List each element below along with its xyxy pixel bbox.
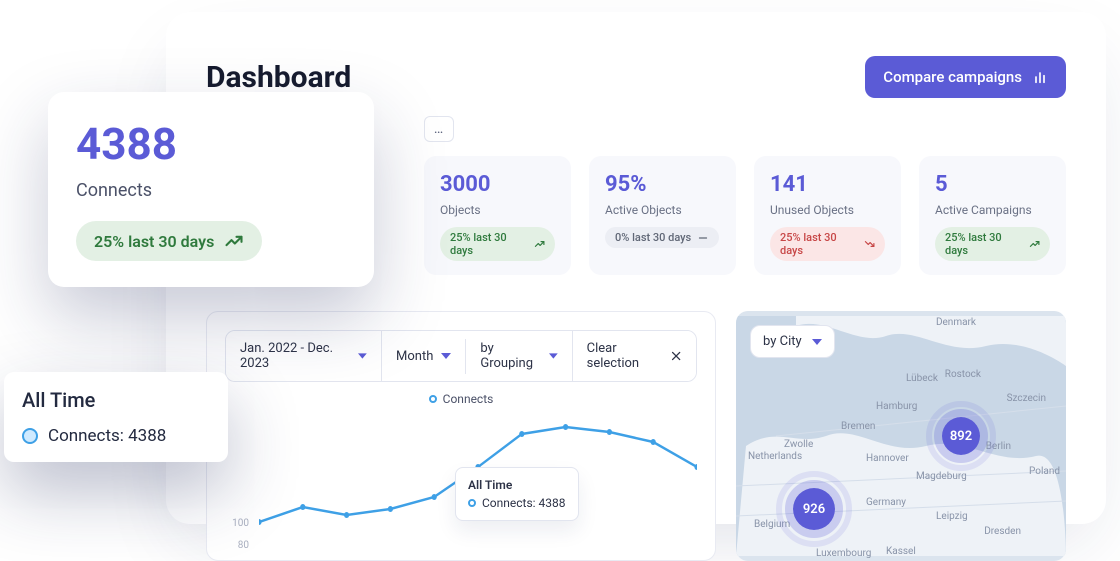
map-label: Poland	[1029, 466, 1060, 477]
trend-flat-icon	[697, 232, 709, 244]
map-label: Lübeck	[906, 373, 938, 384]
stat-label: Active Campaigns	[935, 203, 1050, 217]
map-label: Rostock	[945, 369, 981, 380]
chart-area[interactable]: 100 80 All Time	[225, 412, 697, 561]
map-label: Hannover	[866, 453, 909, 464]
trend-pill: 0% last 30 days	[605, 227, 719, 248]
filter-label: by Grouping	[480, 341, 541, 371]
trend-pill: 25% last 30 days	[440, 227, 555, 261]
y-tick: 100	[225, 518, 255, 540]
map-label: Hamburg	[876, 401, 917, 412]
chevron-down-icon	[441, 351, 451, 361]
more-options-button[interactable]: …	[424, 116, 454, 142]
map-filter-dropdown[interactable]: by City	[750, 325, 835, 358]
map-label: Germany	[866, 497, 906, 508]
tooltip-text: Connects: 4388	[482, 496, 566, 510]
alltime-series-label: Connects: 4388	[48, 426, 166, 446]
map-label: Netherlands	[748, 451, 802, 462]
stat-cards-row: 3000 Objects 25% last 30 days 95% Active…	[424, 156, 1066, 275]
map-label: Bremen	[841, 421, 875, 432]
chart-legend: Connects	[225, 392, 697, 406]
chevron-down-icon	[549, 351, 558, 361]
chart-tooltip: All Time Connects: 4388	[455, 467, 579, 521]
page-title: Dashboard	[206, 60, 351, 95]
compare-campaigns-button[interactable]: Compare campaigns	[865, 56, 1066, 98]
feature-value: 4388	[76, 118, 346, 170]
legend-label: Connects	[443, 392, 494, 406]
feature-label: Connects	[76, 180, 346, 201]
filter-clear-selection[interactable]: Clear selection	[573, 331, 696, 381]
filter-label: Month	[396, 349, 433, 364]
feature-pill-text: 25% last 30 days	[94, 232, 214, 251]
stat-label: Objects	[440, 203, 555, 217]
map-filter-label: by City	[763, 334, 802, 349]
legend-dot-icon	[22, 428, 38, 444]
trend-up-icon	[224, 231, 244, 251]
filter-interval[interactable]: Month	[382, 339, 466, 374]
filter-grouping[interactable]: by Grouping	[466, 331, 572, 381]
map-label: Luxembourg	[816, 548, 871, 559]
trend-up-icon	[534, 238, 545, 250]
legend-dot-icon	[429, 395, 437, 403]
stat-card-active-objects[interactable]: 95% Active Objects 0% last 30 days	[589, 156, 736, 275]
trend-text: 0% last 30 days	[615, 231, 691, 244]
tooltip-title: All Time	[468, 478, 566, 492]
compare-campaigns-label: Compare campaigns	[883, 68, 1022, 86]
stat-value: 141	[770, 172, 885, 197]
chart-y-axis: 100 80	[225, 412, 255, 561]
stat-card-unused-objects[interactable]: 141 Unused Objects 25% last 30 days	[754, 156, 901, 275]
legend-dot-icon	[468, 499, 476, 507]
stat-value: 5	[935, 172, 1050, 197]
stat-label: Unused Objects	[770, 203, 885, 217]
map-label: Kassel	[886, 546, 916, 557]
stat-label: Active Objects	[605, 203, 720, 217]
map-label: Denmark	[936, 317, 976, 328]
alltime-row: Connects: 4388	[22, 426, 210, 446]
trend-text: 25% last 30 days	[945, 231, 1023, 257]
stat-card-objects[interactable]: 3000 Objects 25% last 30 days	[424, 156, 571, 275]
stat-card-active-campaigns[interactable]: 5 Active Campaigns 25% last 30 days	[919, 156, 1066, 275]
map-label: Magdeburg	[916, 471, 967, 482]
trend-down-icon	[864, 238, 875, 250]
trend-up-icon	[1029, 238, 1040, 250]
alltime-card: All Time Connects: 4388	[4, 372, 228, 462]
trend-text: 25% last 30 days	[450, 231, 528, 257]
trend-pill: 25% last 30 days	[935, 227, 1050, 261]
feature-trend-pill: 25% last 30 days	[76, 221, 262, 261]
map-bubble[interactable]: 892	[926, 401, 996, 471]
filter-label: Clear selection	[587, 341, 662, 371]
map-label: Dresden	[984, 526, 1021, 537]
feature-connects-card: 4388 Connects 25% last 30 days	[48, 92, 374, 287]
map-label: Leipzig	[936, 511, 968, 522]
trend-pill: 25% last 30 days	[770, 227, 885, 261]
map-label: Szczecin	[1007, 393, 1046, 404]
trend-text: 25% last 30 days	[780, 231, 858, 257]
chevron-down-icon	[812, 339, 822, 345]
close-icon	[670, 349, 682, 363]
chevron-down-icon	[358, 351, 367, 361]
map-bubble[interactable]: 926	[776, 471, 852, 547]
alltime-title: All Time	[22, 388, 210, 412]
tooltip-row: Connects: 4388	[468, 496, 566, 510]
bar-chart-icon	[1032, 69, 1048, 85]
y-tick: 80	[225, 540, 255, 561]
filter-label: Jan. 2022 - Dec. 2023	[240, 341, 350, 371]
stat-value: 95%	[605, 172, 720, 197]
chart-filter-bar: Jan. 2022 - Dec. 2023 Month by Grouping …	[225, 330, 697, 382]
stat-value: 3000	[440, 172, 555, 197]
filter-date-range[interactable]: Jan. 2022 - Dec. 2023	[226, 331, 382, 381]
map-label: Zwolle	[784, 439, 813, 450]
